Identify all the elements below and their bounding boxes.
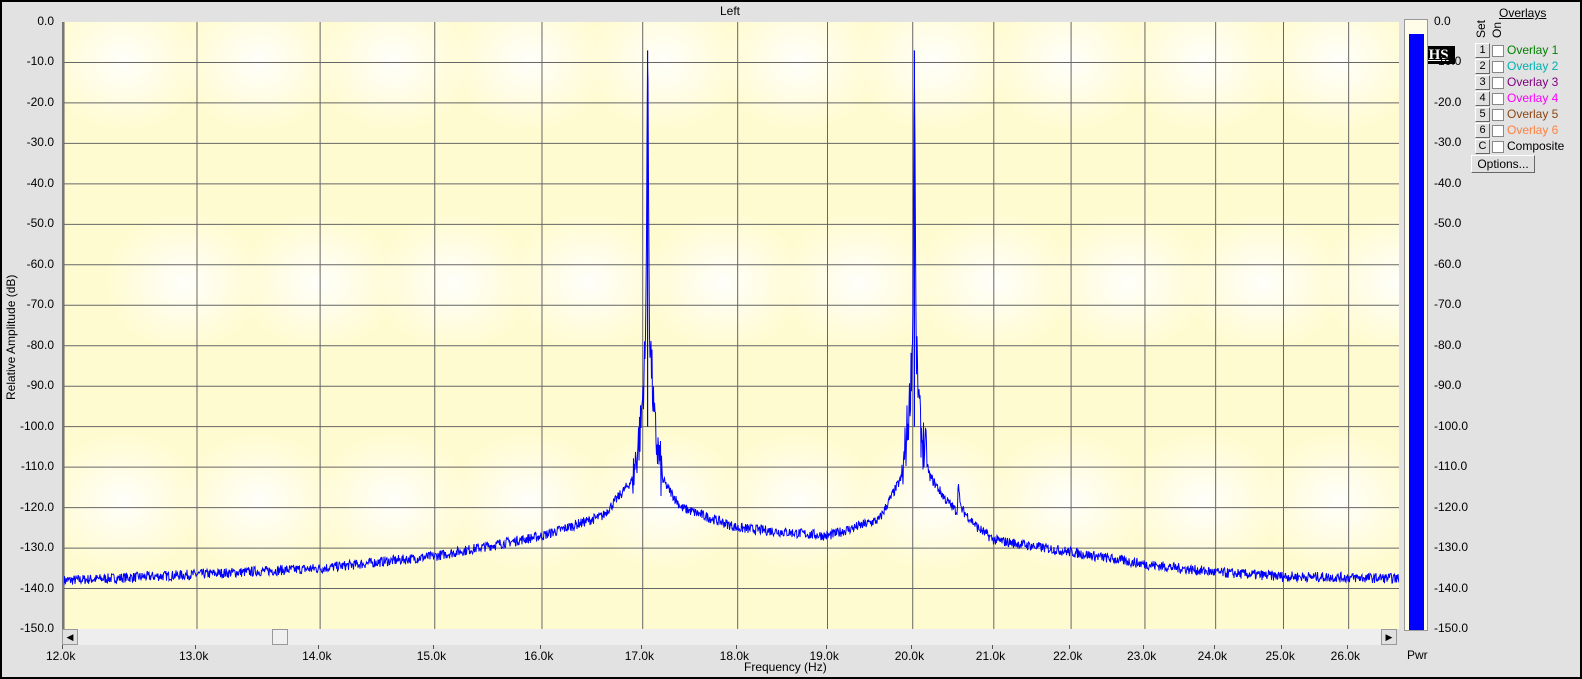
x-tick-label: 16.0k [523, 649, 554, 663]
x-tick-label: 12.0k [46, 649, 76, 663]
x-tick-label: 17.0k [624, 649, 655, 663]
meter-tick-label: -100.0 [1434, 418, 1469, 433]
scroll-right-button[interactable]: ▶ [1381, 629, 1397, 645]
overlay-set-button[interactable]: C [1475, 139, 1490, 154]
x-tick-label: 20.0k [894, 649, 925, 663]
scroll-thumb[interactable] [272, 629, 288, 645]
x-tick [62, 645, 63, 649]
x-tick-label: 24.0k [1197, 649, 1228, 663]
overlay-on-checkbox[interactable] [1492, 61, 1504, 73]
x-tick-label: 23.0k [1126, 649, 1157, 663]
meter-tick-label: -90.0 [1434, 378, 1462, 393]
y-tick-label: -130.0 [19, 540, 54, 555]
x-tick-label: 19.0k [809, 649, 839, 663]
meter-tick-label: 0.0 [1434, 14, 1451, 28]
scroll-left-button[interactable]: ◀ [62, 629, 78, 645]
meter-tick-label: -20.0 [1434, 94, 1462, 109]
y-tick-label: -40.0 [26, 175, 54, 190]
x-tick [1346, 645, 1348, 649]
plot-area: PHS [62, 22, 1455, 629]
overlay-label: Overlay 6 [1507, 123, 1559, 137]
y-tick-label: 0.0 [37, 14, 54, 28]
x-tick [825, 645, 827, 649]
x-tick-label: 14.0k [302, 649, 332, 663]
y-tick-label: -70.0 [26, 297, 54, 312]
y-tick-label: -50.0 [26, 216, 54, 231]
horizontal-scrollbar[interactable]: ◀ ▶ [62, 629, 1397, 645]
overlay-set-button[interactable]: 5 [1475, 107, 1490, 122]
y-tick-label: -20.0 [26, 94, 54, 109]
meter-tick-label: -150.0 [1434, 621, 1469, 635]
meter-tick-label: -60.0 [1434, 256, 1462, 271]
spectrum-window: Left Relative Amplitude (dB) Frequency (… [0, 0, 1582, 679]
on-column-label: On [1490, 21, 1504, 38]
overlay-set-button[interactable]: 4 [1475, 91, 1490, 106]
plot-svg [64, 22, 1399, 629]
x-tick [1069, 645, 1071, 649]
y-tick-label: -150.0 [19, 621, 54, 635]
y-tick-label: -90.0 [26, 378, 54, 393]
y-tick-label: -140.0 [19, 580, 54, 595]
overlay-set-button[interactable]: 2 [1475, 59, 1490, 74]
power-meter [1404, 19, 1428, 631]
overlay-set-button[interactable]: 3 [1475, 75, 1490, 90]
overlays-title: Overlays [1499, 6, 1547, 20]
meter-tick-label: -130.0 [1434, 540, 1469, 555]
overlay-set-button[interactable]: 6 [1475, 123, 1490, 138]
overlay-on-checkbox[interactable] [1492, 125, 1504, 137]
overlay-label: Overlay 4 [1507, 91, 1559, 105]
options-button[interactable]: Options... [1471, 155, 1535, 173]
y-tick-label: -80.0 [26, 337, 54, 352]
x-tick [432, 645, 434, 649]
meter-tick-label: -70.0 [1434, 297, 1462, 312]
y-tick-label: -60.0 [26, 256, 54, 271]
meter-tick-label: -40.0 [1434, 175, 1462, 190]
meter-tick-label: -50.0 [1434, 216, 1462, 231]
overlay-on-checkbox[interactable] [1492, 77, 1504, 89]
chart-title: Left [720, 4, 741, 18]
overlay-label: Overlay 1 [1507, 43, 1559, 57]
x-tick [539, 645, 541, 649]
x-tick [318, 645, 320, 649]
meter-tick-label: -10.0 [1434, 54, 1462, 69]
overlay-label: Overlay 5 [1507, 107, 1559, 121]
meter-label: Pwr [1407, 648, 1428, 662]
x-tick [991, 645, 993, 649]
y-tick-label: -120.0 [19, 499, 54, 514]
y-axis-label: Relative Amplitude (dB) [4, 274, 18, 400]
set-column-label: Set [1474, 19, 1488, 38]
overlay-label: Overlay 2 [1507, 59, 1559, 73]
x-tick-label: 21.0k [975, 649, 1006, 663]
meter-tick-label: -110.0 [1434, 459, 1468, 474]
x-tick [1213, 645, 1215, 649]
overlay-on-checkbox[interactable] [1492, 45, 1504, 57]
x-tick [1142, 645, 1144, 649]
meter-tick-label: -120.0 [1434, 499, 1469, 514]
y-tick-label: -10.0 [26, 54, 54, 69]
overlay-label: Composite [1507, 139, 1565, 153]
x-tick-label: 26.0k [1330, 649, 1360, 663]
x-tick-label: 25.0k [1265, 649, 1295, 663]
overlay-label: Overlay 3 [1507, 75, 1559, 89]
overlay-on-checkbox[interactable] [1492, 141, 1504, 153]
x-tick-label: 15.0k [416, 649, 447, 663]
overlay-on-checkbox[interactable] [1492, 93, 1504, 105]
overlay-set-button[interactable]: 1 [1475, 43, 1490, 58]
y-tick-label: -30.0 [26, 135, 54, 150]
meter-tick-label: -140.0 [1434, 580, 1469, 595]
x-tick [1281, 645, 1283, 649]
x-tick [194, 645, 196, 649]
overlay-on-checkbox[interactable] [1492, 109, 1504, 121]
y-tick-label: -110.0 [20, 459, 54, 474]
x-tick [910, 645, 912, 649]
power-meter-fill [1409, 34, 1424, 630]
x-tick-label: 22.0k [1053, 649, 1083, 663]
meter-tick-label: -80.0 [1434, 337, 1462, 352]
x-tick-label: 18.0k [719, 649, 750, 663]
x-tick-label: 13.0k [178, 649, 209, 663]
x-tick [640, 645, 642, 649]
meter-tick-label: -30.0 [1434, 135, 1462, 150]
x-tick [735, 645, 737, 649]
y-tick-label: -100.0 [19, 418, 54, 433]
